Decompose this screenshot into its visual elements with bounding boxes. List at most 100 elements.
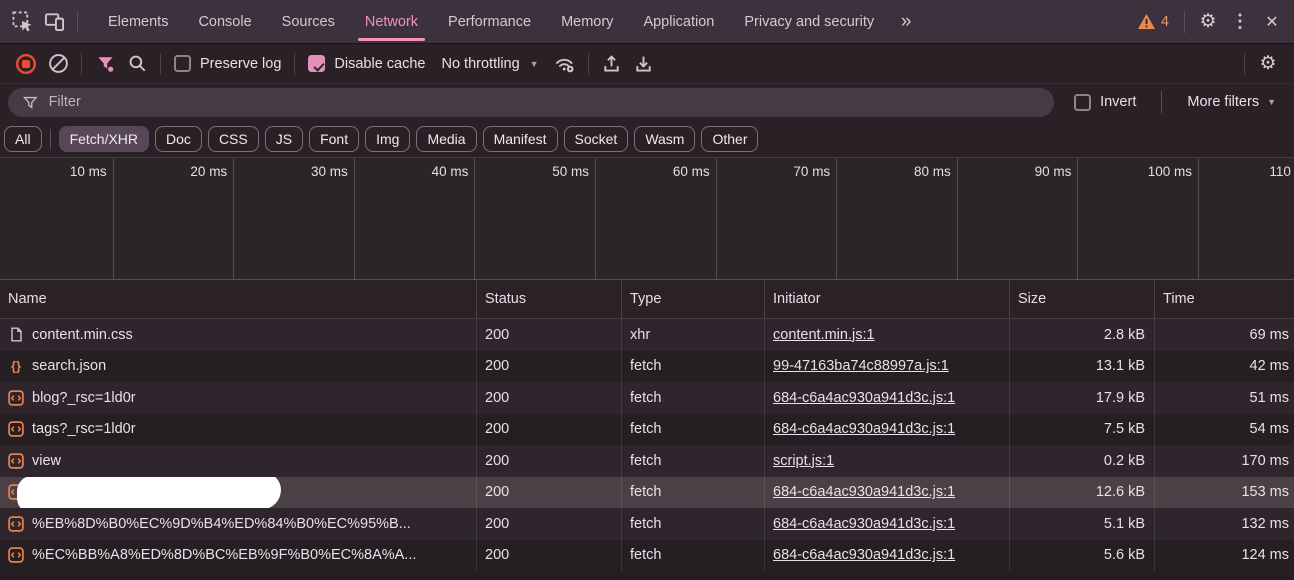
initiator-link[interactable]: 684-c6a4ac930a941d3c.js:1	[773, 484, 955, 500]
tab-memory[interactable]: Memory	[546, 0, 628, 43]
initiator-cell[interactable]: 684-c6a4ac930a941d3c.js:1	[765, 540, 1010, 572]
chip-js[interactable]: JS	[265, 126, 303, 152]
initiator-link[interactable]: 684-c6a4ac930a941d3c.js:1	[773, 547, 955, 563]
column-header-status[interactable]: Status	[477, 280, 622, 318]
record-network-log-icon[interactable]	[10, 48, 42, 80]
initiator-cell[interactable]: 684-c6a4ac930a941d3c.js:1	[765, 414, 1010, 446]
tab-privacy-and-security[interactable]: Privacy and security	[729, 0, 889, 43]
network-settings-gear-icon[interactable]: ⚙	[1252, 48, 1284, 80]
settings-gear-icon[interactable]: ⚙	[1192, 6, 1224, 38]
chip-media[interactable]: Media	[416, 126, 476, 152]
type-cell: fetch	[622, 508, 765, 540]
initiator-cell[interactable]: 99-47163ba74c88997a.js:1	[765, 351, 1010, 383]
chip-fetch-xhr[interactable]: Fetch/XHR	[59, 126, 149, 152]
initiator-cell[interactable]: 684-c6a4ac930a941d3c.js:1	[765, 508, 1010, 540]
invert-checkbox[interactable]: Invert	[1068, 94, 1142, 111]
request-name: content.min.css	[32, 327, 133, 343]
export-har-icon[interactable]	[628, 48, 660, 80]
tab-network[interactable]: Network	[350, 0, 433, 43]
chip-wasm[interactable]: Wasm	[634, 126, 695, 152]
timeline-tick-10-ms: 10 ms	[0, 158, 114, 279]
initiator-link[interactable]: 99-47163ba74c88997a.js:1	[773, 358, 949, 374]
divider	[1244, 53, 1245, 75]
tab-sources[interactable]: Sources	[267, 0, 350, 43]
network-toolbar: Preserve log Disable cache No throttling…	[0, 44, 1294, 84]
initiator-cell[interactable]: 684-c6a4ac930a941d3c.js:1	[765, 477, 1010, 509]
preserve-log-checkbox[interactable]: Preserve log	[168, 55, 287, 72]
request-name: search.json	[32, 358, 106, 374]
timeline-tick-90-ms: 90 ms	[958, 158, 1079, 279]
chip-all[interactable]: All	[4, 126, 42, 152]
request-name: %EB%8D%B0%EC%9D%B4%ED%84%B0%EC%95%B...	[32, 516, 411, 532]
initiator-link[interactable]: 684-c6a4ac930a941d3c.js:1	[773, 390, 955, 406]
more-filters-dropdown[interactable]: More filters ▼	[1181, 94, 1282, 110]
table-row[interactable]: blog?_rsc=1ld0r200fetch684-c6a4ac930a941…	[0, 382, 1294, 414]
column-header-initiator[interactable]: Initiator	[765, 280, 1010, 318]
chip-manifest[interactable]: Manifest	[483, 126, 558, 152]
filter-input-pill[interactable]	[8, 88, 1054, 117]
menu-dots-icon[interactable]: ⋮	[1224, 6, 1256, 38]
table-row[interactable]: content.min.css200xhrcontent.min.js:12.8…	[0, 319, 1294, 351]
chip-img[interactable]: Img	[365, 126, 410, 152]
chip-doc[interactable]: Doc	[155, 126, 202, 152]
table-row[interactable]: tags?_rsc=1ld0r200fetch684-c6a4ac930a941…	[0, 414, 1294, 446]
close-devtools-icon[interactable]: ✕	[1256, 6, 1288, 38]
initiator-link[interactable]: 684-c6a4ac930a941d3c.js:1	[773, 421, 955, 437]
column-header-name[interactable]: Name	[0, 280, 477, 318]
table-row[interactable]: view200fetchscript.js:10.2 kB170 ms	[0, 445, 1294, 477]
status-cell: 200	[477, 477, 622, 509]
checkbox[interactable]	[1074, 94, 1091, 111]
size-cell: 12.6 kB	[1010, 477, 1155, 509]
import-har-icon[interactable]	[596, 48, 628, 80]
throttling-select[interactable]: No throttling ▼	[431, 56, 548, 72]
request-name-cell[interactable]	[0, 477, 477, 509]
checkbox[interactable]	[308, 55, 325, 72]
table-row[interactable]: %EB%8D%B0%EC%9D%B4%ED%84%B0%EC%95%B...20…	[0, 508, 1294, 540]
timeline-tick-70-ms: 70 ms	[717, 158, 838, 279]
initiator-link[interactable]: script.js:1	[773, 453, 834, 469]
chip-other[interactable]: Other	[701, 126, 758, 152]
warning-counter[interactable]: 4	[1129, 13, 1177, 30]
request-name-cell[interactable]: view	[0, 445, 477, 477]
clear-network-log-icon[interactable]	[42, 48, 74, 80]
chip-css[interactable]: CSS	[208, 126, 259, 152]
column-header-type[interactable]: Type	[622, 280, 765, 318]
request-name-cell[interactable]: {}search.json	[0, 351, 477, 383]
tab-application[interactable]: Application	[628, 0, 729, 43]
chip-font[interactable]: Font	[309, 126, 359, 152]
filter-input[interactable]	[49, 94, 1041, 110]
column-header-time[interactable]: Time	[1155, 280, 1294, 318]
disable-cache-checkbox[interactable]: Disable cache	[302, 55, 431, 72]
table-row[interactable]: {}search.json200fetch99-47163ba74c88997a…	[0, 351, 1294, 383]
tab-elements[interactable]: Elements	[93, 0, 183, 43]
inspect-element-icon[interactable]	[6, 6, 38, 38]
device-toolbar-icon[interactable]	[38, 6, 70, 38]
request-name-cell[interactable]: %EC%BB%A8%ED%8D%BC%EB%9F%B0%EC%8A%A...	[0, 540, 477, 572]
initiator-link[interactable]: 684-c6a4ac930a941d3c.js:1	[773, 516, 955, 532]
checkbox[interactable]	[174, 55, 191, 72]
initiator-cell[interactable]: script.js:1	[765, 445, 1010, 477]
column-header-size[interactable]: Size	[1010, 280, 1155, 318]
chip-socket[interactable]: Socket	[564, 126, 629, 152]
initiator-cell[interactable]: content.min.js:1	[765, 319, 1010, 351]
tab-console[interactable]: Console	[183, 0, 266, 43]
type-cell: fetch	[622, 414, 765, 446]
more-panels-icon[interactable]: »	[889, 6, 921, 38]
table-row[interactable]: 200fetch684-c6a4ac930a941d3c.js:112.6 kB…	[0, 477, 1294, 509]
tab-performance[interactable]: Performance	[433, 0, 546, 43]
request-name-cell[interactable]: content.min.css	[0, 319, 477, 351]
request-name-cell[interactable]: blog?_rsc=1ld0r	[0, 382, 477, 414]
time-cell: 170 ms	[1155, 445, 1294, 477]
search-icon[interactable]	[121, 48, 153, 80]
filter-toggle-icon[interactable]	[89, 48, 121, 80]
network-overview-timeline[interactable]: 10 ms20 ms30 ms40 ms50 ms60 ms70 ms80 ms…	[0, 158, 1294, 280]
requests-table-header: Name Status Type Initiator Size Time	[0, 280, 1294, 319]
size-cell: 17.9 kB	[1010, 382, 1155, 414]
initiator-cell[interactable]: 684-c6a4ac930a941d3c.js:1	[765, 382, 1010, 414]
initiator-link[interactable]: content.min.js:1	[773, 327, 875, 343]
request-name-cell[interactable]: %EB%8D%B0%EC%9D%B4%ED%84%B0%EC%95%B...	[0, 508, 477, 540]
table-row[interactable]: %EC%BB%A8%ED%8D%BC%EB%9F%B0%EC%8A%A...20…	[0, 540, 1294, 572]
network-conditions-icon[interactable]	[549, 48, 581, 80]
fetch-icon	[8, 421, 24, 437]
request-name-cell[interactable]: tags?_rsc=1ld0r	[0, 414, 477, 446]
